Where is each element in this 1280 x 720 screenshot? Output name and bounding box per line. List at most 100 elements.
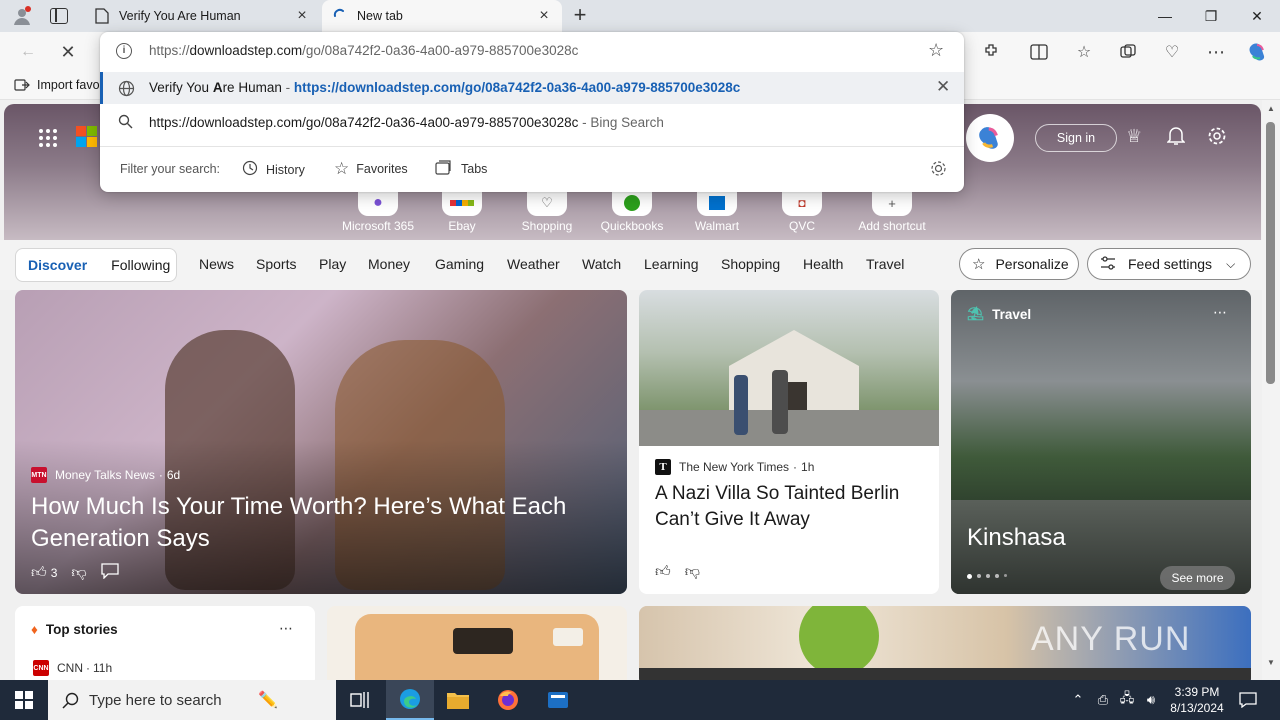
browser-essentials-icon[interactable]: ♡ — [1156, 36, 1188, 68]
close-window-button[interactable]: ✕ — [1234, 0, 1280, 32]
shortcut-walmart[interactable]: Walmart — [677, 190, 757, 233]
tab-discover[interactable]: Discover — [16, 257, 99, 273]
nav-news[interactable]: News — [199, 256, 234, 272]
taskbar-search[interactable]: Type here to search ✏️ — [48, 680, 336, 720]
article-title[interactable]: A Nazi Villa So Tainted Berlin Can’t Giv… — [655, 481, 930, 533]
volume-icon[interactable]: 🔊︎ — [1140, 680, 1162, 720]
remove-suggestion-icon[interactable]: ✕ — [936, 77, 950, 97]
thumbs-down-icon[interactable]: 👎︎ — [71, 564, 86, 582]
nav-sports[interactable]: Sports — [256, 256, 296, 272]
site-info-icon[interactable]: i — [116, 43, 132, 59]
anyrun-watermark: ANY RUN — [1031, 620, 1191, 658]
clock[interactable]: 3:39 PM 8/13/2024 — [1164, 680, 1230, 720]
food-article-card[interactable]: ANY RUN — [639, 606, 1251, 680]
network-icon[interactable]: 🖧︎ — [1116, 680, 1138, 720]
page-scrollbar[interactable]: ▲ ▼ — [1262, 100, 1280, 680]
nav-shopping[interactable]: Shopping — [721, 256, 780, 272]
shortcut-shopping[interactable]: ♡ Shopping — [507, 190, 587, 233]
feed-settings-button[interactable]: Feed settings ⌵ — [1087, 248, 1251, 280]
carousel-dots[interactable] — [967, 574, 1007, 579]
main-article-card[interactable]: MTN Money Talks News · 6d How Much Is Yo… — [15, 290, 627, 594]
copilot-icon[interactable] — [1242, 36, 1274, 68]
search-highlight-icon: ✏️ — [258, 692, 278, 709]
camera-article-card[interactable] — [327, 606, 627, 680]
add-favorite-star-icon[interactable]: ☆ — [928, 40, 944, 61]
tab-verify[interactable]: Verify You Are Human × — [84, 0, 320, 32]
start-button[interactable] — [0, 680, 48, 720]
collections-icon[interactable] — [1112, 36, 1144, 68]
app-taskbar-icon[interactable] — [534, 680, 582, 720]
notification-center-icon[interactable] — [1234, 680, 1262, 720]
address-input[interactable]: https://downloadstep.com/go/08a742f2-0a3… — [149, 43, 578, 58]
shortcut-quickbooks[interactable]: Quickbooks — [592, 190, 672, 233]
search-placeholder: Type here to search — [89, 691, 222, 709]
thumbs-down-icon[interactable]: 👎︎ — [685, 563, 700, 581]
stop-icon[interactable]: ✕ — [52, 36, 84, 68]
shortcut-microsoft365[interactable]: ● Microsoft 365 — [338, 190, 418, 233]
sign-in-button[interactable]: Sign in — [1035, 124, 1117, 152]
thumbs-up-icon[interactable]: 👍︎ — [655, 563, 671, 581]
file-explorer-icon[interactable] — [434, 680, 482, 720]
close-tab-icon[interactable]: × — [294, 8, 310, 24]
feed-nav: Discover Following News Sports Play Mone… — [0, 240, 1262, 290]
nav-watch[interactable]: Watch — [582, 256, 621, 272]
nav-gaming[interactable]: Gaming — [435, 256, 484, 272]
travel-place[interactable]: Kinshasa — [967, 524, 1066, 552]
firefox-icon[interactable] — [484, 680, 532, 720]
more-options-icon[interactable]: ⋯ — [1213, 304, 1227, 321]
nav-learning[interactable]: Learning — [644, 256, 699, 272]
task-view-icon[interactable] — [336, 680, 384, 720]
nav-health[interactable]: Health — [803, 256, 843, 272]
split-screen-icon[interactable] — [1023, 36, 1055, 68]
article-source: Money Talks News — [55, 468, 155, 482]
search-suggestion-row[interactable]: https://downloadstep.com/go/08a742f2-0a3… — [100, 106, 964, 140]
filter-favorites[interactable]: ☆ Favorites — [334, 159, 408, 179]
device-icon[interactable]: ⎙ — [1092, 680, 1114, 720]
edge-taskbar-icon[interactable] — [386, 680, 434, 720]
page-settings-icon[interactable] — [1207, 126, 1227, 149]
minimize-button[interactable]: — — [1142, 0, 1188, 32]
article-title[interactable]: How Much Is Your Time Worth? Here’s What… — [31, 491, 611, 555]
notifications-icon[interactable] — [1166, 126, 1186, 149]
filter-tabs[interactable]: Tabs — [435, 160, 487, 178]
scroll-thumb[interactable] — [1266, 122, 1275, 384]
travel-card[interactable]: ⛱ Travel ⋯ Kinshasa See more — [951, 290, 1251, 594]
scroll-down-icon[interactable]: ▼ — [1267, 658, 1275, 667]
import-favorites[interactable]: Import favo — [14, 78, 100, 92]
tab-new[interactable]: New tab × — [322, 0, 562, 32]
settings-more-icon[interactable]: ⋯ — [1200, 36, 1232, 68]
extensions-icon[interactable] — [975, 36, 1007, 68]
address-bar[interactable]: i https://downloadstep.com/go/08a742f2-0… — [100, 32, 964, 70]
new-tab-button[interactable]: + — [568, 4, 592, 28]
nav-money[interactable]: Money — [368, 256, 410, 272]
copilot-button[interactable] — [966, 114, 1014, 162]
scroll-up-icon[interactable]: ▲ — [1267, 104, 1275, 113]
like-button[interactable]: 👍︎ 3 — [31, 564, 57, 582]
apps-launcher-icon[interactable] — [38, 128, 58, 151]
personalize-button[interactable]: ☆ Personalize — [959, 248, 1079, 280]
search-icon — [118, 114, 133, 132]
shortcut-ebay[interactable]: Ebay — [422, 190, 502, 233]
tabs-icon — [435, 160, 452, 178]
shortcut-qvc[interactable]: ◘ QVC — [762, 190, 842, 233]
close-tab-icon[interactable]: × — [536, 8, 552, 24]
filter-settings-icon[interactable] — [930, 160, 947, 180]
comment-icon[interactable] — [100, 563, 119, 582]
nyt-article-card[interactable]: T The New York Times · 1h A Nazi Villa S… — [639, 290, 939, 594]
see-more-button[interactable]: See more — [1160, 566, 1235, 590]
nav-play[interactable]: Play — [319, 256, 346, 272]
back-icon[interactable]: ← — [12, 36, 44, 68]
tray-overflow-icon[interactable]: ⌃ — [1068, 680, 1088, 720]
more-options-icon[interactable]: ⋯ — [279, 620, 293, 637]
rewards-icon[interactable]: ♕ — [1126, 126, 1142, 147]
suggestion-row[interactable]: Verify You Are Human - https://downloads… — [100, 72, 964, 104]
filter-history[interactable]: History — [242, 160, 305, 179]
add-shortcut[interactable]: + Add shortcut — [847, 190, 937, 233]
favorites-icon[interactable]: ☆ — [1068, 36, 1100, 68]
tab-actions-icon[interactable] — [50, 8, 68, 24]
profile-icon[interactable] — [8, 4, 36, 28]
restore-button[interactable]: ❐ — [1188, 0, 1234, 32]
nav-weather[interactable]: Weather — [507, 256, 560, 272]
tab-following[interactable]: Following — [99, 257, 182, 273]
nav-travel[interactable]: Travel — [866, 256, 904, 272]
